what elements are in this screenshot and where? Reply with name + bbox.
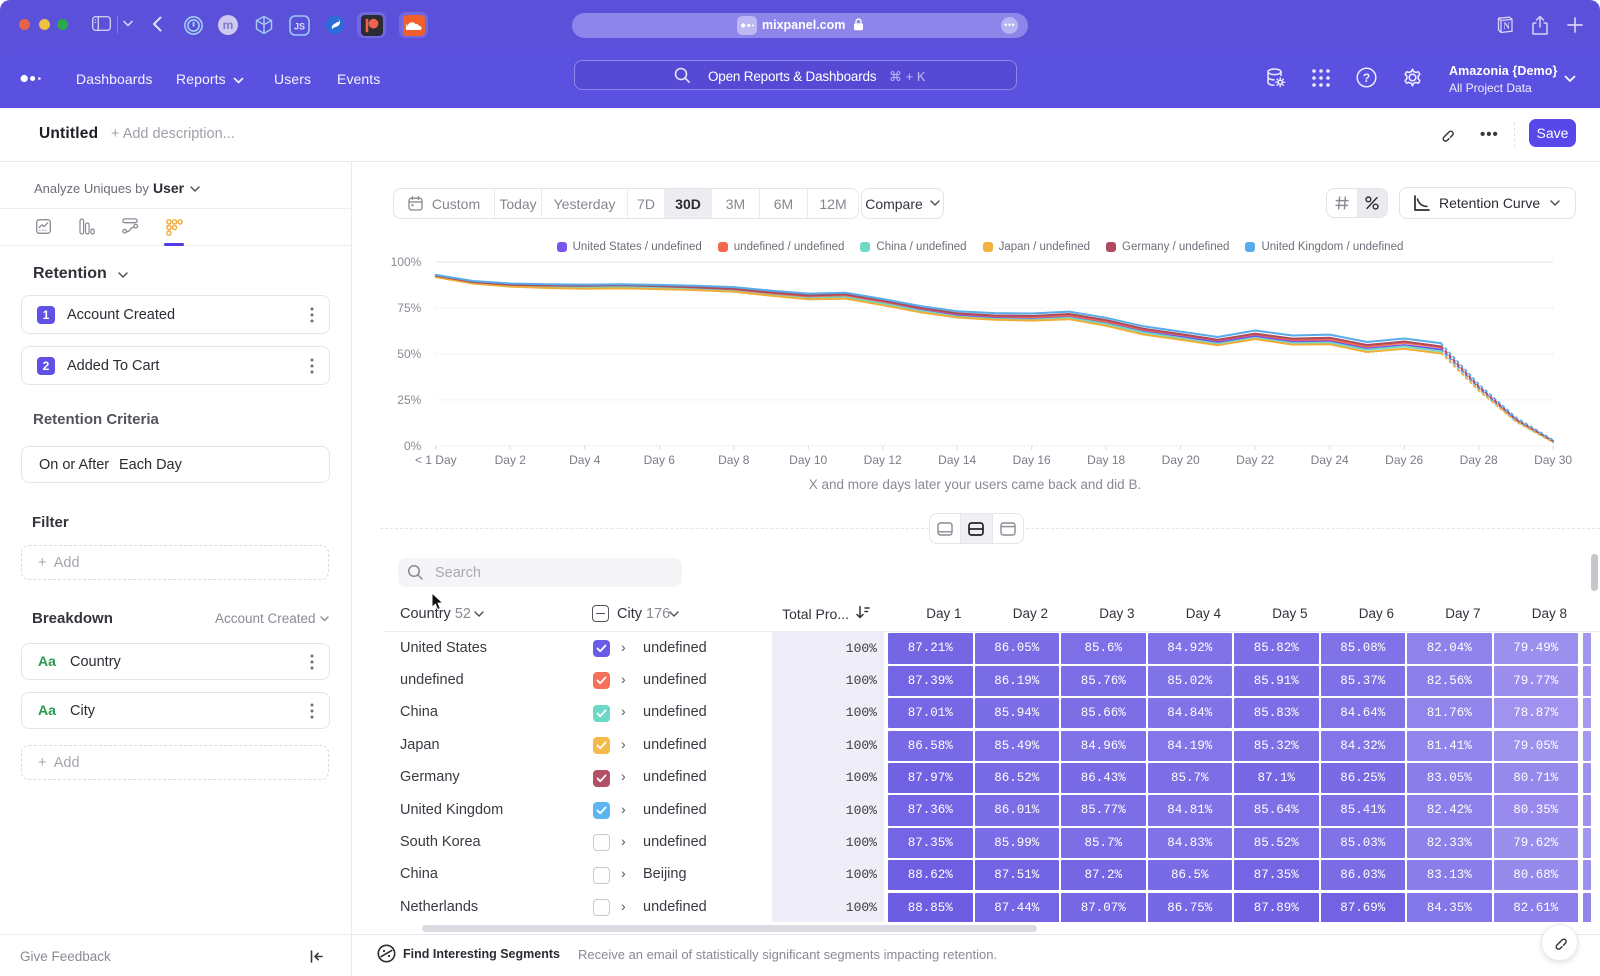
svg-text:Day 22: Day 22 <box>1236 453 1274 467</box>
svg-text:Day 16: Day 16 <box>1013 453 1051 467</box>
svg-text:Day 18: Day 18 <box>1087 453 1125 467</box>
svg-text:Day 8: Day 8 <box>718 453 750 467</box>
svg-text:Day 26: Day 26 <box>1385 453 1423 467</box>
svg-text:Day 6: Day 6 <box>644 453 676 467</box>
svg-text:< 1 Day: < 1 Day <box>415 453 457 467</box>
svg-text:Day 30: Day 30 <box>1534 453 1572 467</box>
svg-text:100%: 100% <box>391 255 422 269</box>
svg-text:50%: 50% <box>397 347 421 361</box>
svg-text:0%: 0% <box>404 439 422 453</box>
svg-text:Day 4: Day 4 <box>569 453 601 467</box>
svg-text:Day 12: Day 12 <box>864 453 902 467</box>
svg-text:Day 28: Day 28 <box>1460 453 1498 467</box>
svg-text:Day 14: Day 14 <box>938 453 976 467</box>
svg-text:?: ? <box>1363 71 1370 85</box>
svg-text:JS: JS <box>294 22 305 32</box>
svg-text:Day 24: Day 24 <box>1311 453 1349 467</box>
svg-text:N: N <box>1503 21 1510 31</box>
svg-text:25%: 25% <box>397 393 421 407</box>
svg-text:Day 2: Day 2 <box>495 453 527 467</box>
svg-text:75%: 75% <box>397 301 421 315</box>
svg-text:Day 10: Day 10 <box>789 453 827 467</box>
svg-text:Day 20: Day 20 <box>1162 453 1200 467</box>
